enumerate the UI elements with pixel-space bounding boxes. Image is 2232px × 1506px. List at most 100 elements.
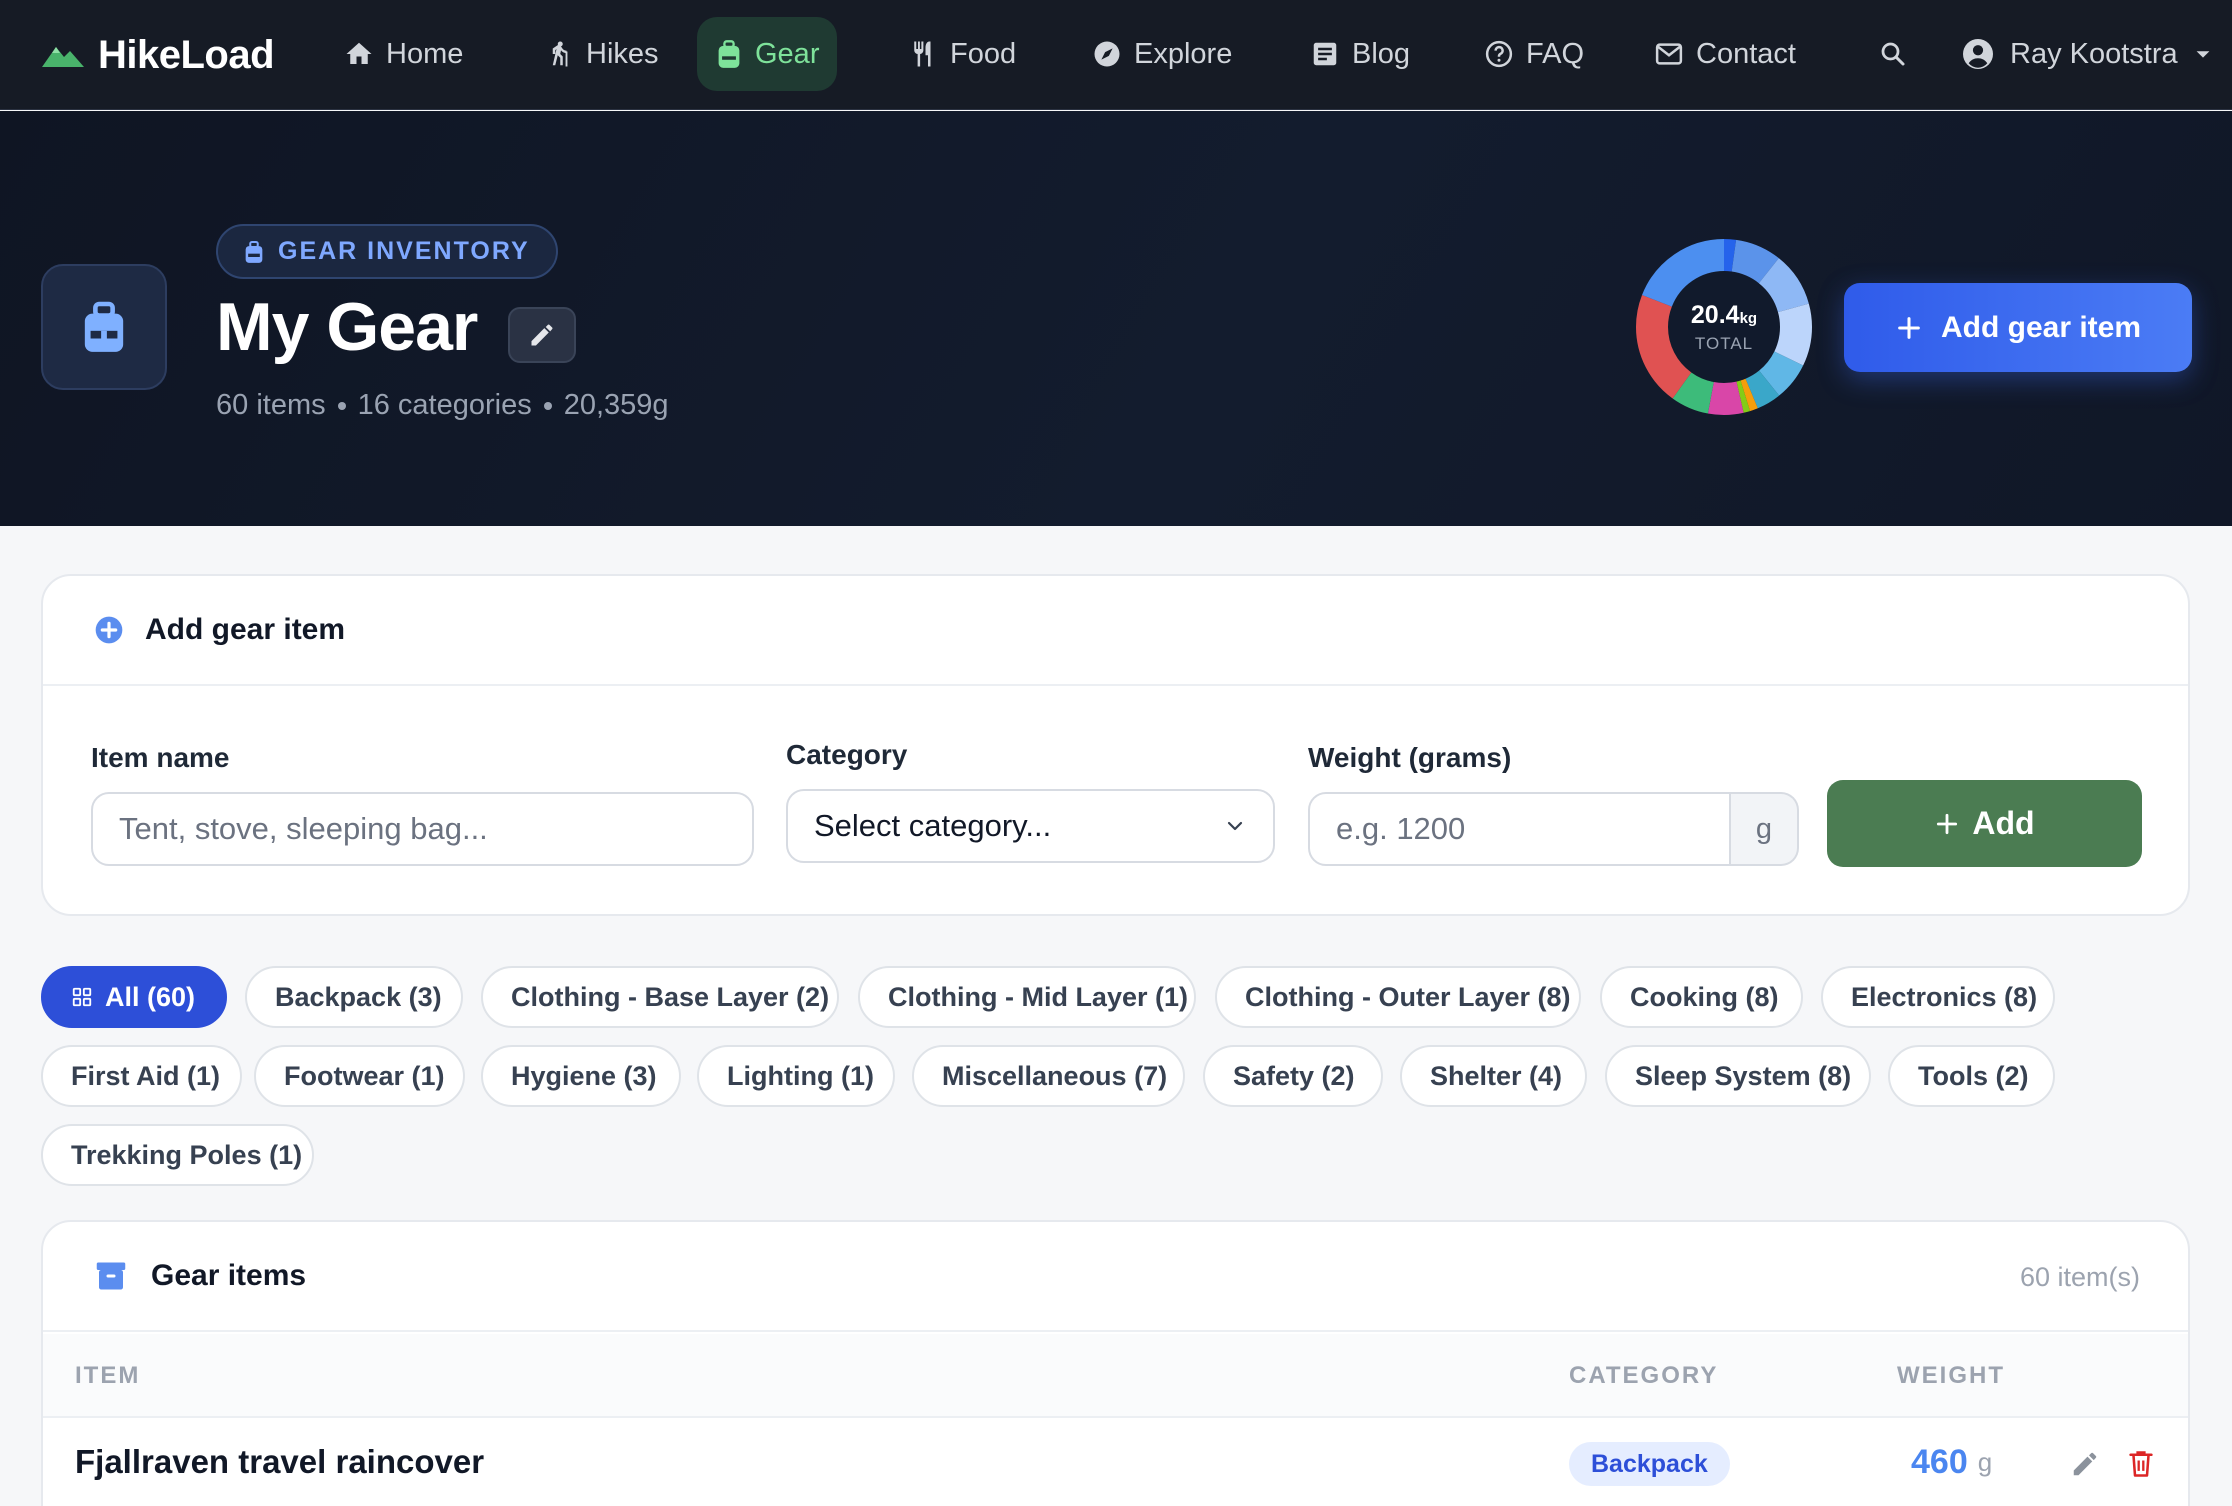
inventory-summary: 60 items 16 categories 20,359g [216, 389, 669, 422]
filter-chip-sleep-system[interactable]: Sleep System (8) [1605, 1045, 1871, 1107]
trash-icon [2129, 1451, 2153, 1477]
filter-chip-label: Electronics (8) [1851, 981, 2038, 1012]
category-label: Category [786, 739, 908, 770]
account-circle-icon [1963, 39, 1993, 69]
gear-items-title: Gear items [151, 1259, 307, 1292]
add-item-submit-label: Add [1972, 805, 2035, 841]
filter-chip-footwear[interactable]: Footwear (1) [254, 1045, 465, 1107]
add-gear-item-button[interactable]: Add gear item [1844, 283, 2192, 372]
filter-chip-miscellaneous[interactable]: Miscellaneous (7) [912, 1045, 1185, 1107]
grid-icon [72, 987, 92, 1007]
user-menu[interactable]: Ray Kootstra [1960, 17, 2214, 91]
nav-food-label: Food [950, 37, 1017, 70]
filter-chip-label: Cooking (8) [1630, 981, 1779, 1012]
weight-label: Weight (grams) [1308, 742, 1512, 773]
brand-name: HikeLoad [98, 32, 275, 77]
donut-total-caption: TOTAL [1694, 333, 1754, 353]
item-name-label: Item name [91, 742, 230, 773]
filter-chip-label: Clothing - Mid Layer (1) [888, 981, 1188, 1012]
caret-down-icon [2196, 51, 2210, 58]
delete-item-button[interactable] [2121, 1444, 2161, 1484]
archive-box-icon [96, 1262, 126, 1290]
add-item-submit-button[interactable]: Add [1827, 780, 2142, 867]
column-header-category[interactable]: CATEGORY [1569, 1334, 1718, 1418]
pencil-icon [2073, 1452, 2097, 1476]
plus-circle-icon [95, 616, 123, 644]
nav-hikes[interactable]: Hikes [526, 17, 677, 91]
gear-items-card: Gear items 60 item(s) ITEM CATEGORY WEIG… [41, 1220, 2190, 1506]
search-button[interactable] [1860, 17, 1926, 91]
nav-blog[interactable]: Blog [1292, 17, 1428, 91]
edit-title-button[interactable] [508, 307, 576, 363]
filter-chip-clothing-outer-layer[interactable]: Clothing - Outer Layer (8) [1215, 966, 1581, 1028]
page-title: My Gear [216, 289, 478, 365]
filter-chip-lighting[interactable]: Lighting (1) [697, 1045, 895, 1107]
nav-faq[interactable]: FAQ [1466, 17, 1602, 91]
backpack-icon [245, 240, 263, 263]
filter-chip-all[interactable]: All (60) [41, 966, 227, 1028]
gear-item-weight: 460 g [1911, 1420, 1992, 1504]
donut-center-label: 20.4kg TOTAL [1634, 237, 1814, 417]
nav-hikes-label: Hikes [586, 37, 659, 70]
plus-icon [1937, 813, 1958, 834]
edit-item-button[interactable] [2065, 1444, 2105, 1484]
add-gear-item-label: Add gear item [1940, 310, 2142, 344]
section-badge: GEAR INVENTORY [216, 224, 558, 279]
filter-chip-cooking[interactable]: Cooking (8) [1600, 966, 1803, 1028]
utensils-icon [914, 41, 931, 67]
section-badge-label: GEAR INVENTORY [278, 237, 530, 265]
table-row[interactable]: Fjallraven travel raincover Backpack 460… [43, 1420, 2188, 1506]
category-select-value: Select category... [814, 808, 1052, 843]
gear-items-header: Gear items [43, 1222, 2188, 1332]
add-gear-form-header: Add gear item [43, 576, 2188, 686]
user-name: Ray Kootstra [2010, 37, 2178, 70]
filter-chip-trekking-poles[interactable]: Trekking Poles (1) [41, 1124, 314, 1186]
filter-chip-tools[interactable]: Tools (2) [1888, 1045, 2055, 1107]
item-count: 60 items [216, 389, 326, 421]
gear-item-weight-unit: g [1977, 1446, 1993, 1477]
category-select[interactable]: Select category... [786, 789, 1275, 863]
weight-placeholder: e.g. 1200 [1336, 811, 1466, 846]
filter-chip-hygiene[interactable]: Hygiene (3) [481, 1045, 681, 1107]
nav-faq-label: FAQ [1526, 37, 1585, 70]
filter-chip-shelter[interactable]: Shelter (4) [1400, 1045, 1587, 1107]
backpack-icon [718, 40, 740, 68]
nav-food[interactable]: Food [890, 17, 1034, 91]
mountain-logo-icon [42, 47, 84, 67]
item-name-input[interactable]: Tent, stove, sleeping bag... [91, 792, 754, 866]
donut-value-unit: kg [1739, 309, 1758, 327]
filter-chip-first-aid[interactable]: First Aid (1) [41, 1045, 242, 1107]
item-name-placeholder: Tent, stove, sleeping bag... [119, 811, 488, 846]
add-gear-form-card: Add gear item Item name Tent, stove, sle… [41, 574, 2190, 916]
nav-gear-label: Gear [755, 37, 820, 70]
compass-icon [1094, 41, 1120, 67]
top-nav: HikeLoad Home Hikes Gear Food Explore Bl… [0, 0, 2232, 110]
filter-chip-label: Safety (2) [1233, 1060, 1355, 1091]
mail-icon [1655, 43, 1683, 65]
filter-chip-electronics[interactable]: Electronics (8) [1821, 966, 2055, 1028]
weight-donut-chart[interactable]: 20.4kg TOTAL [1634, 237, 1814, 417]
category-count: 16 categories [357, 389, 532, 421]
filter-chip-clothing-mid-layer[interactable]: Clothing - Mid Layer (1) [858, 966, 1196, 1028]
filter-chip-label: Miscellaneous (7) [942, 1060, 1168, 1091]
filter-chip-safety[interactable]: Safety (2) [1203, 1045, 1383, 1107]
nav-home[interactable]: Home [326, 17, 481, 91]
column-header-weight[interactable]: WEIGHT [1897, 1334, 2005, 1418]
filter-chip-label: Trekking Poles (1) [71, 1139, 303, 1170]
weight-input[interactable]: e.g. 1200 [1308, 792, 1731, 866]
total-weight: 20,359g [563, 389, 669, 421]
donut-total-value: 20.4kg [1691, 301, 1757, 330]
weight-unit-addon: g [1731, 792, 1799, 866]
filter-chip-clothing-base-layer[interactable]: Clothing - Base Layer (2) [481, 966, 839, 1028]
gear-item-weight-value: 460 [1911, 1442, 1968, 1481]
filter-chip-label: Clothing - Base Layer (2) [511, 981, 830, 1012]
filter-chip-backpack[interactable]: Backpack (3) [245, 966, 463, 1028]
nav-gear[interactable]: Gear [697, 17, 838, 91]
nav-contact[interactable]: Contact [1636, 17, 1814, 91]
gear-items-count: 60 item(s) [2019, 1261, 2140, 1292]
article-icon [1313, 42, 1337, 66]
separator-dot [337, 401, 346, 410]
nav-explore[interactable]: Explore [1074, 17, 1250, 91]
brand-logo[interactable]: HikeLoad [42, 30, 275, 80]
column-header-item[interactable]: ITEM [75, 1334, 140, 1418]
